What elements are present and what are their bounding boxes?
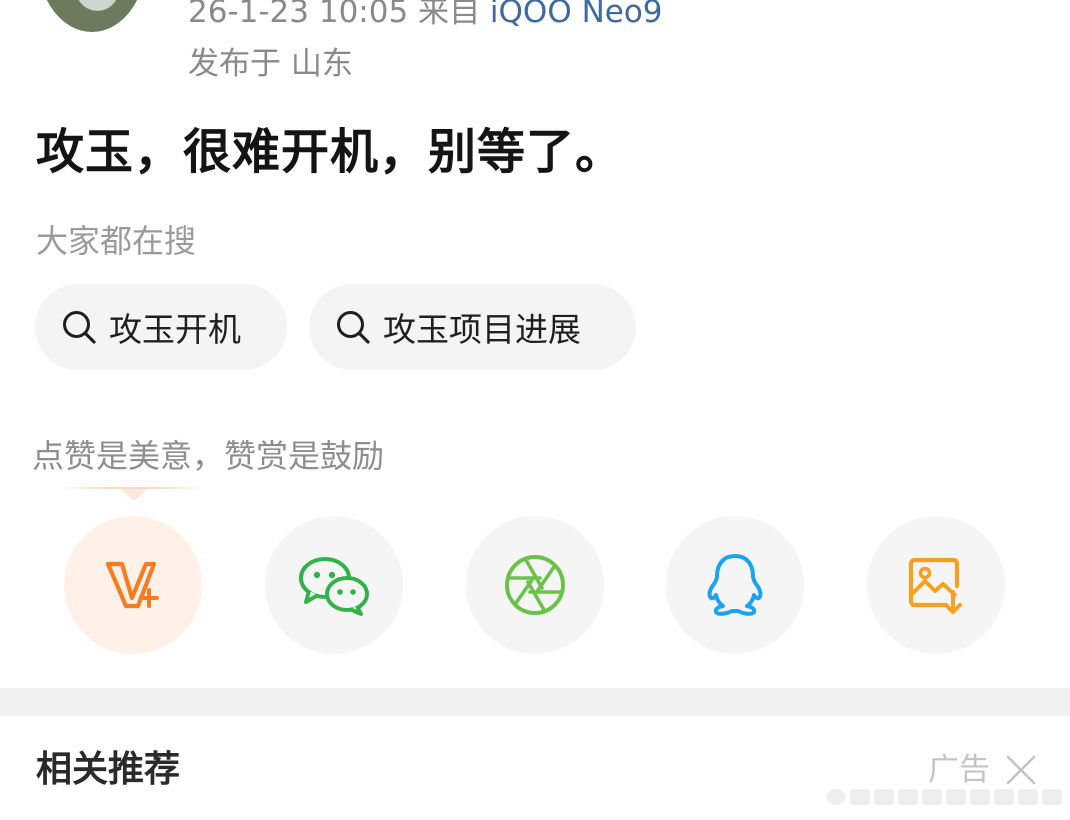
post-meta: 26-1-23 10:05 来自 iQOO Neo9 <box>188 0 663 34</box>
share-moments-button[interactable] <box>466 516 604 654</box>
qq-icon <box>707 554 763 616</box>
close-icon[interactable] <box>1004 753 1038 787</box>
weibo-post-page: 26-1-23 10:05 来自 iQOO Neo9 发布于 山东 攻玉，很难开… <box>0 0 1070 820</box>
search-chip[interactable]: 攻玉开机 <box>35 284 287 370</box>
source-prefix: 来自 <box>418 0 481 30</box>
share-qq-button[interactable] <box>666 516 804 654</box>
related-recommendations-title: 相关推荐 <box>36 749 181 790</box>
search-chip-label: 攻玉开机 <box>109 310 241 349</box>
search-icon <box>337 311 370 344</box>
watermark <box>826 786 1062 808</box>
save-image-button[interactable] <box>867 516 1005 654</box>
post-location: 发布于 山东 <box>188 46 353 82</box>
search-icon <box>63 311 96 344</box>
v-plus-icon <box>105 561 159 609</box>
trending-search-title: 大家都在搜 <box>36 222 197 260</box>
moments-icon <box>505 555 565 615</box>
v-plus-reward-button[interactable] <box>64 516 202 654</box>
tooltip-pointer <box>121 489 147 501</box>
search-chip-label: 攻玉项目进展 <box>383 310 581 349</box>
device-link[interactable]: iQOO Neo9 <box>490 0 663 30</box>
post-timestamp: 26-1-23 10:05 <box>188 0 409 30</box>
save-image-icon <box>908 557 962 614</box>
share-wechat-button[interactable] <box>265 516 403 654</box>
section-divider <box>0 688 1070 716</box>
search-chip[interactable]: 攻玉项目进展 <box>309 284 636 370</box>
avatar[interactable] <box>38 0 146 32</box>
wechat-icon <box>299 557 369 616</box>
reward-tip: 点赞是美意，赞赏是鼓励 <box>32 437 385 475</box>
post-body: 攻玉，很难开机，别等了。 <box>36 124 625 180</box>
